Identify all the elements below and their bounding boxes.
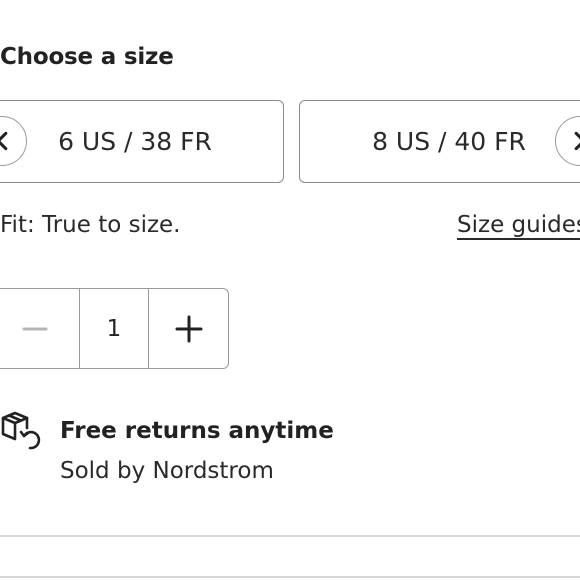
increment-button[interactable] <box>149 289 228 368</box>
free-returns-title: Free returns anytime <box>60 418 334 444</box>
size-section-title: Choose a size <box>0 44 174 70</box>
box-return-icon <box>1 411 41 450</box>
quantity-value[interactable]: 1 <box>80 289 149 368</box>
quantity-stepper: 1 <box>0 288 229 369</box>
carousel-prev-button[interactable] <box>0 116 27 166</box>
chevron-right-icon <box>574 131 580 151</box>
section-divider <box>0 535 580 537</box>
seller-text: Sold by Nordstrom <box>60 458 274 484</box>
size-option-label: 6 US / 38 FR <box>58 127 212 156</box>
decrement-button[interactable] <box>0 289 80 368</box>
minus-icon <box>22 327 48 330</box>
product-purchase-panel: Choose a size 6 US / 38 FR 8 US / 40 FR … <box>0 0 580 580</box>
carousel-next-button[interactable] <box>555 116 580 166</box>
fit-note: Fit: True to size. <box>0 212 181 238</box>
size-option-label: 8 US / 40 FR <box>372 127 526 156</box>
section-divider-bottom <box>0 576 580 578</box>
size-option-8us[interactable]: 8 US / 40 FR <box>299 100 580 183</box>
size-guides-link[interactable]: Size guides <box>457 212 580 238</box>
chevron-left-icon <box>0 131 8 151</box>
plus-icon <box>175 315 202 342</box>
size-option-6us[interactable]: 6 US / 38 FR <box>0 100 284 183</box>
